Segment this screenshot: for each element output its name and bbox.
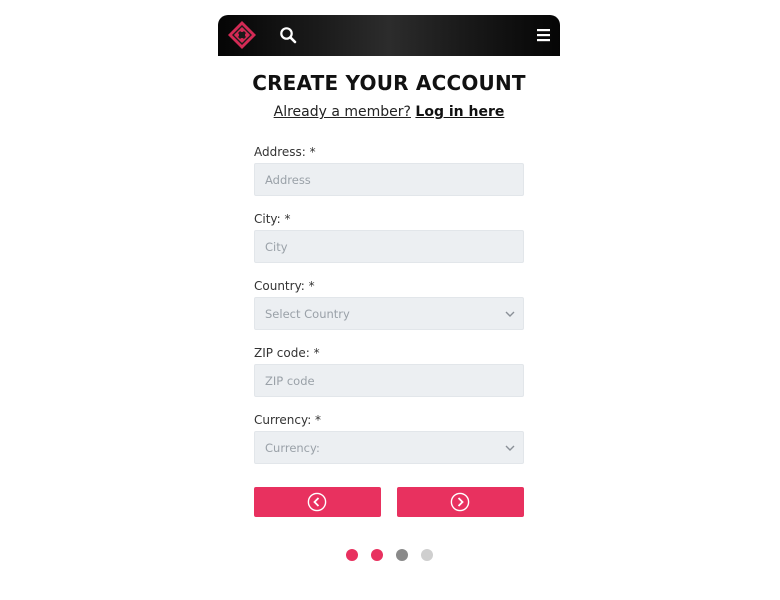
currency-label: Currency: * — [254, 413, 322, 427]
zip-input[interactable]: ZIP code — [254, 364, 524, 397]
country-selected-value: Select Country — [265, 307, 350, 321]
address-input[interactable]: Address — [254, 163, 524, 196]
address-placeholder: Address — [265, 173, 311, 187]
chevron-left-circle-icon — [307, 492, 327, 512]
address-label: Address: * — [254, 145, 316, 159]
red-diamond-logo-icon[interactable] — [227, 20, 257, 50]
page-title: CREATE YOUR ACCOUNT — [252, 71, 526, 95]
zip-placeholder: ZIP code — [265, 374, 315, 388]
top-navigation-bar — [218, 15, 560, 56]
step-indicator — [344, 549, 434, 563]
previous-step-button[interactable] — [254, 487, 381, 517]
chevron-down-icon — [505, 311, 515, 317]
search-icon[interactable] — [279, 26, 297, 44]
chevron-right-circle-icon — [450, 492, 470, 512]
currency-selected-value: Currency: — [265, 441, 320, 455]
city-placeholder: City — [265, 240, 288, 254]
step-dot — [371, 549, 383, 561]
currency-select[interactable]: Currency: — [254, 431, 524, 464]
zip-label: ZIP code: * — [254, 346, 320, 360]
step-dot — [421, 549, 433, 561]
step-dot — [346, 549, 358, 561]
step-dot — [396, 549, 408, 561]
login-prompt: Already a member? Log in here — [218, 104, 560, 120]
next-step-button[interactable] — [397, 487, 524, 517]
hamburger-menu-icon[interactable] — [536, 27, 552, 43]
city-label: City: * — [254, 212, 291, 226]
chevron-down-icon — [505, 445, 515, 451]
mobile-screen: CREATE YOUR ACCOUNT Already a member? Lo… — [218, 15, 560, 600]
already-member-text: Already a member? — [273, 104, 411, 120]
country-select[interactable]: Select Country — [254, 297, 524, 330]
login-link[interactable]: Log in here — [415, 104, 504, 120]
country-label: Country: * — [254, 279, 315, 293]
city-input[interactable]: City — [254, 230, 524, 263]
